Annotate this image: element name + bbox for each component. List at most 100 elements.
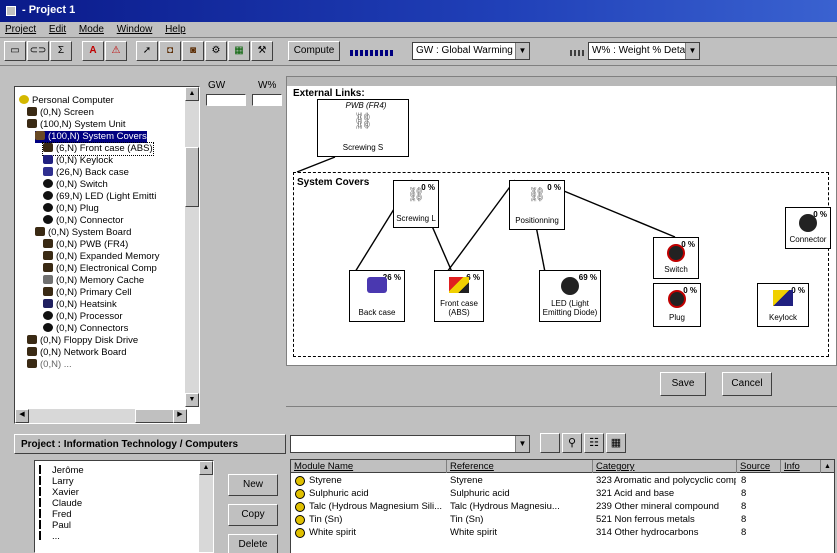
column-header[interactable]: Source xyxy=(737,460,781,473)
scroll-right-icon[interactable]: ▶ xyxy=(173,409,187,423)
node-front-case[interactable]: 6 % Front case (ABS) xyxy=(434,270,484,322)
tree-item[interactable]: (0,N) Primary Cell xyxy=(43,287,131,299)
node-switch[interactable]: 0 % Switch xyxy=(653,237,699,279)
font-a-icon[interactable]: A xyxy=(82,41,104,61)
tree-item[interactable]: (100,N) System Unit xyxy=(27,119,126,131)
external-node-screwing-s[interactable]: PWB (FR4) ⛓ Screwing S xyxy=(317,99,409,157)
list-item[interactable]: Xavier xyxy=(39,487,79,498)
tree-item[interactable]: (0,N) Connectors xyxy=(43,323,128,335)
menu-help[interactable]: Help xyxy=(160,22,191,37)
tree-item[interactable]: (0,N) Keylock xyxy=(43,155,113,167)
chevron-down-icon[interactable]: ▼ xyxy=(685,43,699,59)
node-led[interactable]: 69 % LED (Light Emitting Diode) xyxy=(539,270,601,322)
list-item[interactable]: Paul xyxy=(39,520,71,531)
table-row[interactable]: Styrene Styrene 323 Aromatic and polycyc… xyxy=(291,474,834,487)
tree-item[interactable]: (26,N) Back case xyxy=(43,167,129,179)
tree-item[interactable]: Personal Computer xyxy=(19,95,114,107)
pointer-icon[interactable]: ➚ xyxy=(136,41,158,61)
scroll-up-icon[interactable]: ▲ xyxy=(185,87,199,101)
node-plug[interactable]: 0 % Plug xyxy=(653,283,701,327)
link-tool-icon[interactable]: ⊂⊃ xyxy=(27,41,49,61)
menu-project[interactable]: Project xyxy=(0,22,41,37)
system-menu-icon[interactable] xyxy=(6,6,16,16)
library-filter-select[interactable]: ▼ xyxy=(290,435,530,453)
tree-item[interactable]: (0,N) Expanded Memory xyxy=(43,251,159,263)
table-row[interactable]: Talc (Hydrous Magnesium Sili... Talc (Hy… xyxy=(291,500,834,513)
scroll-up-icon[interactable]: ▲ xyxy=(199,461,213,475)
tree-item[interactable]: (0,N) Processor xyxy=(43,311,123,323)
tree-item[interactable]: (0,N) PWB (FR4) xyxy=(43,239,128,251)
component-tool-icon[interactable]: ◙ xyxy=(182,41,204,61)
people-scrollbar[interactable]: ▲ xyxy=(199,461,213,552)
tree-item[interactable]: (6,N) Front case (ABS) xyxy=(42,142,154,156)
warning-icon[interactable]: ⚠ xyxy=(105,41,127,61)
column-header[interactable]: Category xyxy=(593,460,737,473)
menu-window[interactable]: Window xyxy=(112,22,158,37)
column-header[interactable]: Info xyxy=(781,460,821,473)
list-item[interactable]: Claude xyxy=(39,498,82,509)
node-label: Front case (ABS) xyxy=(440,299,478,317)
tree-item-selected[interactable]: (100,N) System Covers xyxy=(35,131,147,143)
delete-button[interactable]: Delete xyxy=(228,534,278,553)
menu-mode[interactable]: Mode xyxy=(74,22,109,37)
list-item[interactable]: Fred xyxy=(39,509,72,520)
tree-item[interactable]: (0,N) Network Board xyxy=(27,347,127,359)
tree-item[interactable]: (0,N) Connector xyxy=(43,215,124,227)
search-icon[interactable]: ⚲ xyxy=(562,433,582,453)
node-back-case[interactable]: 26 % Back case xyxy=(349,270,405,322)
column-header[interactable]: Module Name xyxy=(291,460,447,473)
compute-button[interactable]: Compute xyxy=(288,41,340,61)
chart-tool-icon[interactable]: ▦ xyxy=(228,41,250,61)
scroll-up-icon[interactable]: ▲ xyxy=(821,460,834,473)
tree-item[interactable]: (69,N) LED (Light Emitti xyxy=(43,191,156,203)
tree-item[interactable]: (0,N) Plug xyxy=(43,203,99,215)
grid-view-icon[interactable]: ▦ xyxy=(606,433,626,453)
tree-item[interactable]: (0,N) System Board xyxy=(35,227,131,239)
chevron-down-icon[interactable]: ▼ xyxy=(515,436,529,452)
blank-button[interactable] xyxy=(540,433,560,453)
part-tool-icon[interactable]: ◘ xyxy=(159,41,181,61)
save-button[interactable]: Save xyxy=(660,372,706,396)
copy-button[interactable]: Copy xyxy=(228,504,278,526)
tree-item[interactable]: (0,N) Electronical Comp xyxy=(43,263,157,275)
chevron-down-icon[interactable]: ▼ xyxy=(515,43,529,59)
tree-item[interactable]: (0,N) Heatsink xyxy=(43,299,117,311)
cancel-button[interactable]: Cancel xyxy=(722,372,772,396)
tree-item[interactable]: (0,N) ... xyxy=(27,359,72,371)
sum-icon[interactable]: Σ xyxy=(50,41,72,61)
unit-select[interactable]: W% : Weight % Detail ▼ xyxy=(588,42,700,60)
tree-item[interactable]: (0,N) Memory Cache xyxy=(43,275,144,287)
rectangle-tool-icon[interactable]: ▭ xyxy=(4,41,26,61)
external-node-part: PWB (FR4) xyxy=(345,101,387,110)
tree-vertical-scrollbar[interactable]: ▲ ▼ xyxy=(185,87,199,407)
node-keylock[interactable]: 0 % Keylock xyxy=(757,283,809,327)
scroll-thumb[interactable] xyxy=(135,409,175,423)
list-item[interactable]: ... xyxy=(39,531,60,542)
scroll-left-icon[interactable]: ◀ xyxy=(15,409,29,423)
node-connector[interactable]: 0 % Connector xyxy=(785,207,831,249)
node-label: Connector xyxy=(789,235,827,244)
diagram-canvas[interactable]: External Links: PWB (FR4) ⛓ Screwing S S… xyxy=(286,76,837,366)
scroll-down-icon[interactable]: ▼ xyxy=(185,393,199,407)
tree-item[interactable]: (0,N) Switch xyxy=(43,179,108,191)
module-icon xyxy=(295,476,305,486)
assembly-tool-icon[interactable]: ⚙ xyxy=(205,41,227,61)
list-view-icon[interactable]: ☷ xyxy=(584,433,604,453)
table-row[interactable]: White spirit White spirit 314 Other hydr… xyxy=(291,526,834,539)
scroll-thumb[interactable] xyxy=(185,147,199,207)
menu-edit[interactable]: Edit xyxy=(44,22,71,37)
impact-select[interactable]: GW : Global Warming ▼ xyxy=(412,42,530,60)
node-positionning[interactable]: 0 % ⛓ Positionning xyxy=(509,180,565,230)
new-button[interactable]: New xyxy=(228,474,278,496)
tools-icon[interactable]: ⚒ xyxy=(251,41,273,61)
tree-item[interactable]: (0,N) Floppy Disk Drive xyxy=(27,335,138,347)
node-screwing-l[interactable]: 0 % ⛓ Screwing L xyxy=(393,180,439,228)
node-label: Keylock xyxy=(768,313,797,322)
list-item[interactable]: Larry xyxy=(39,476,74,487)
column-header[interactable]: Reference xyxy=(447,460,593,473)
tree-item[interactable]: (0,N) Screen xyxy=(27,107,94,119)
list-item[interactable]: Jerôme xyxy=(39,465,84,476)
table-row[interactable]: Tin (Sn) Tin (Sn) 521 Non ferrous metals… xyxy=(291,513,834,526)
tree-horizontal-scrollbar[interactable]: ◀ ▶ xyxy=(15,409,187,423)
table-row[interactable]: Sulphuric acid Sulphuric acid 321 Acid a… xyxy=(291,487,834,500)
